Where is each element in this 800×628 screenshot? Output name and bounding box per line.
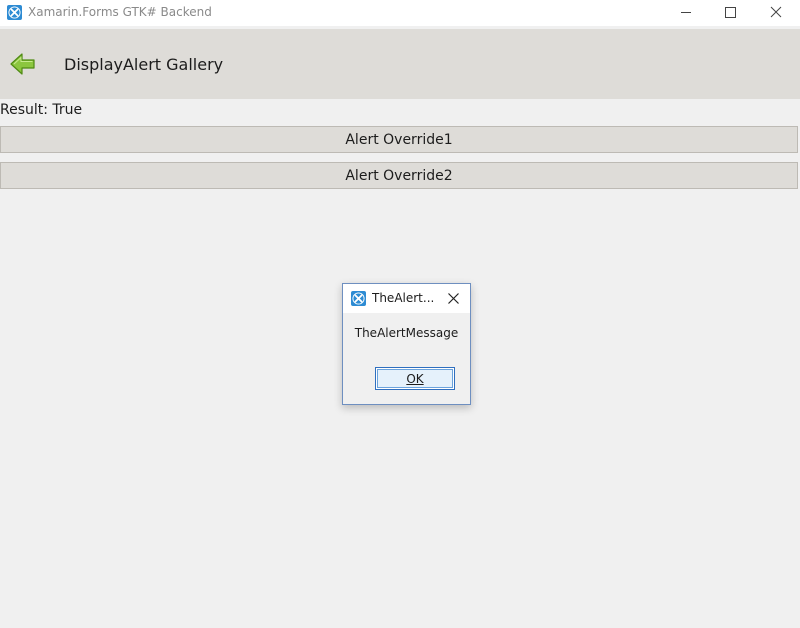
maximize-icon [725,7,736,18]
back-arrow-icon [10,53,35,75]
result-label: Result: True [0,102,83,118]
maximize-button[interactable] [708,0,754,26]
dialog-message: TheAlertMessage [354,326,459,340]
navigation-bar: DisplayAlert Gallery [0,29,800,99]
page-title: DisplayAlert Gallery [64,55,224,74]
close-icon [448,293,459,304]
minimize-icon [681,12,691,13]
xamarin-icon [351,291,366,306]
dialog-title: TheAlert... [372,291,435,305]
close-icon [770,6,782,18]
dialog-close-button[interactable] [445,290,462,307]
alert-override2-button[interactable]: Alert Override2 [0,162,798,189]
minimize-button[interactable] [662,0,708,26]
window-titlebar: Xamarin.Forms GTK# Backend [0,0,800,26]
dialog-titlebar: TheAlert... [343,284,470,313]
ok-button[interactable]: OK [375,367,455,390]
xamarin-icon [7,5,22,20]
close-button[interactable] [754,0,800,26]
back-button[interactable] [9,51,37,77]
alert-override1-button[interactable]: Alert Override1 [0,126,798,153]
window-title: Xamarin.Forms GTK# Backend [28,5,212,19]
alert-dialog: TheAlert... TheAlertMessage OK [342,283,471,405]
